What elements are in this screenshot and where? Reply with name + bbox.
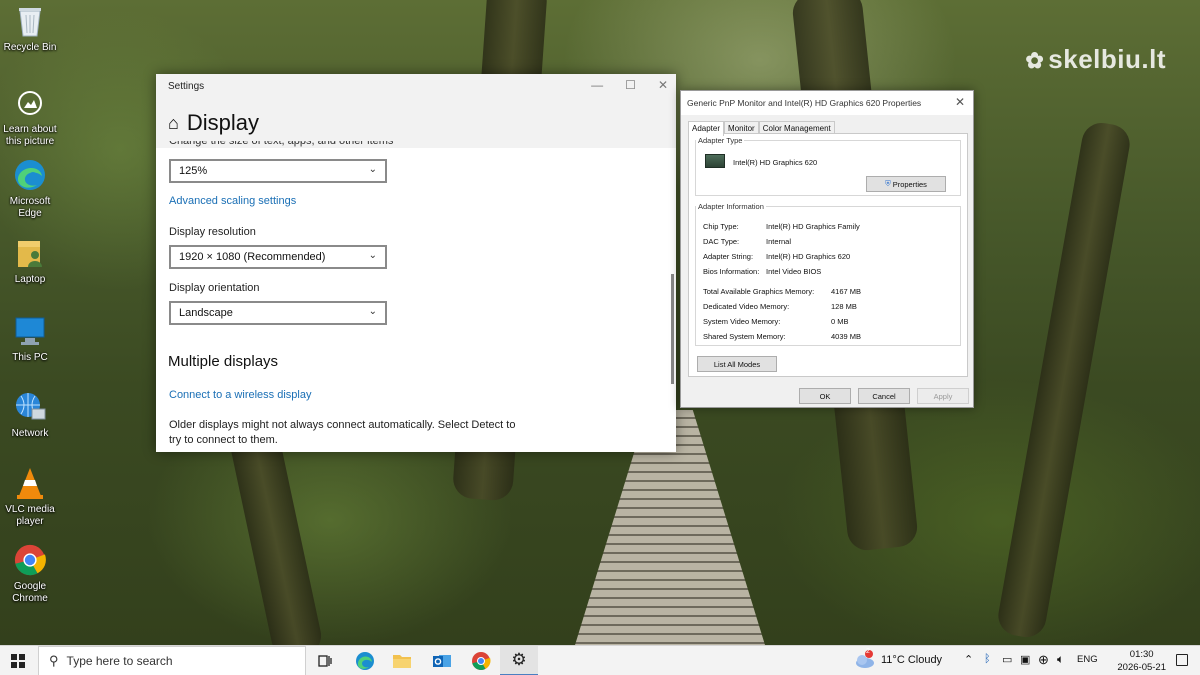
- list-all-modes-button[interactable]: List All Modes: [697, 356, 777, 372]
- desktop-icon-recycle-bin[interactable]: Recycle Bin: [2, 4, 58, 54]
- settings-window-title: Settings: [168, 80, 205, 92]
- network-icon: [13, 390, 47, 424]
- desktop-icon-this-pc[interactable]: This PC: [2, 314, 58, 364]
- chrome-taskbar-icon[interactable]: [470, 650, 492, 672]
- chevron-down-icon: ⌄: [368, 250, 377, 261]
- desktop-icon-learn-about-picture[interactable]: Learn about this picture: [2, 86, 58, 148]
- page-title: Display: [186, 110, 260, 135]
- watermark: ✿ skelbiu.lt: [1025, 44, 1166, 74]
- search-icon: ⚲: [49, 653, 59, 668]
- adapter-tab-pane: Adapter Type Intel(R) HD Graphics 620 ⛨ …: [688, 133, 968, 377]
- tab-adapter[interactable]: Adapter: [688, 121, 725, 136]
- memory-key: System Video Memory:: [703, 317, 781, 326]
- info-key: Adapter String:: [703, 252, 754, 261]
- desktop-icon-network[interactable]: Network: [2, 390, 58, 440]
- ok-button[interactable]: OK: [799, 388, 851, 404]
- memory-value: 128 MB: [831, 302, 857, 311]
- multiple-displays-heading: Multiple displays: [168, 353, 279, 370]
- memory-value: 0 MB: [831, 317, 849, 326]
- memory-value: 4167 MB: [831, 287, 862, 296]
- volume-icon[interactable]: 🔈︎: [1057, 652, 1064, 667]
- maximize-icon[interactable]: ☐: [625, 78, 636, 92]
- wireless-display-link[interactable]: Connect to a wireless display: [169, 389, 311, 401]
- gear-icon: ⚙: [511, 650, 527, 669]
- info-value: Intel(R) HD Graphics Family: [766, 222, 860, 231]
- cancel-button[interactable]: Cancel: [858, 388, 910, 404]
- scrollbar[interactable]: [671, 274, 674, 384]
- display-icon[interactable]: ▣: [1020, 653, 1030, 666]
- scale-label: Change the size of text, apps, and other…: [169, 141, 394, 147]
- settings-taskbar-icon[interactable]: ⚙: [500, 646, 538, 675]
- edge-taskbar-icon[interactable]: [354, 650, 376, 672]
- apply-button[interactable]: Apply: [917, 388, 969, 404]
- taskbar: ⚲ Type here to search ⚙ 2 11°C Cloudy ⌃ …: [0, 645, 1200, 675]
- settings-window: Settings — ☐ ✕ ⌂ Display Change the size…: [156, 74, 676, 452]
- memory-key: Dedicated Video Memory:: [703, 302, 790, 311]
- info-value: Intel(R) HD Graphics 620: [766, 252, 851, 261]
- chevron-up-icon[interactable]: ⌃: [964, 653, 973, 666]
- adapter-name: Intel(R) HD Graphics 620: [733, 158, 818, 167]
- desktop-icon-vlc[interactable]: VLC media player: [2, 466, 58, 528]
- info-value: Intel Video BIOS: [766, 267, 822, 276]
- orientation-label: Display orientation: [169, 282, 260, 294]
- graphics-card-icon: [705, 154, 725, 168]
- dialog-titlebar[interactable]: Generic PnP Monitor and Intel(R) HD Grap…: [681, 91, 973, 115]
- weather-text[interactable]: 11°C Cloudy: [881, 654, 942, 666]
- notification-center-icon[interactable]: [1176, 654, 1188, 666]
- battery-icon[interactable]: ▭: [1002, 653, 1012, 666]
- vlc-cone-icon: [13, 466, 47, 500]
- memory-key: Shared System Memory:: [703, 332, 786, 341]
- resolution-dropdown[interactable]: 1920 × 1080 (Recommended) ⌄: [169, 245, 387, 269]
- taskbar-search-box[interactable]: ⚲ Type here to search: [38, 646, 306, 675]
- info-key: Bios Information:: [703, 267, 760, 276]
- bluetooth-icon[interactable]: ᛒ: [984, 653, 991, 665]
- properties-button[interactable]: ⛨ Properties: [866, 176, 946, 192]
- chrome-icon: [13, 543, 47, 577]
- close-icon[interactable]: ✕: [658, 78, 668, 92]
- camera-info-icon: [13, 86, 47, 120]
- advanced-scaling-link[interactable]: Advanced scaling settings: [169, 195, 296, 207]
- older-displays-text: Older displays might not always connect …: [169, 419, 516, 446]
- info-value: Internal: [766, 237, 792, 246]
- close-icon[interactable]: ✕: [955, 95, 965, 109]
- chevron-down-icon: ⌄: [368, 164, 377, 175]
- edge-icon: [13, 158, 47, 192]
- info-key: DAC Type:: [703, 237, 740, 246]
- file-explorer-icon[interactable]: [391, 650, 413, 672]
- windows-start-icon[interactable]: [11, 654, 25, 668]
- dialog-title: Generic PnP Monitor and Intel(R) HD Grap…: [687, 98, 922, 108]
- clock[interactable]: 01:30 2026-05-21: [1117, 648, 1166, 674]
- network-globe-icon[interactable]: ⊕: [1038, 652, 1049, 668]
- user-folder-icon: [13, 236, 47, 270]
- adapter-properties-dialog: Generic PnP Monitor and Intel(R) HD Grap…: [680, 90, 974, 408]
- computer-icon: [13, 314, 47, 348]
- clock-time: 01:30: [1129, 649, 1154, 660]
- minimize-icon[interactable]: —: [591, 78, 603, 92]
- recycle-bin-icon: [13, 4, 47, 38]
- info-key: Chip Type:: [703, 222, 739, 231]
- desktop-icon-edge[interactable]: Microsoft Edge: [2, 158, 58, 220]
- shield-icon: ⛨: [885, 179, 891, 188]
- weather-icon[interactable]: [854, 649, 876, 671]
- search-placeholder: Type here to search: [66, 654, 173, 668]
- desktop-icon-laptop[interactable]: Laptop: [2, 236, 58, 286]
- outlook-icon[interactable]: [431, 650, 453, 672]
- scale-dropdown[interactable]: 125% ⌄: [169, 159, 387, 183]
- task-view-icon[interactable]: [314, 650, 336, 672]
- home-icon[interactable]: ⌂: [168, 113, 179, 134]
- memory-value: 4039 MB: [831, 332, 862, 341]
- memory-key: Total Available Graphics Memory:: [703, 287, 815, 296]
- chevron-down-icon: ⌄: [368, 306, 377, 317]
- desktop-icon-chrome[interactable]: Google Chrome: [2, 543, 58, 605]
- weather-alert-badge: 2: [866, 648, 870, 655]
- resolution-label: Display resolution: [169, 226, 256, 238]
- clock-date: 2026-05-21: [1117, 662, 1166, 673]
- orientation-dropdown[interactable]: Landscape ⌄: [169, 301, 387, 325]
- language-indicator[interactable]: ENG: [1077, 654, 1098, 665]
